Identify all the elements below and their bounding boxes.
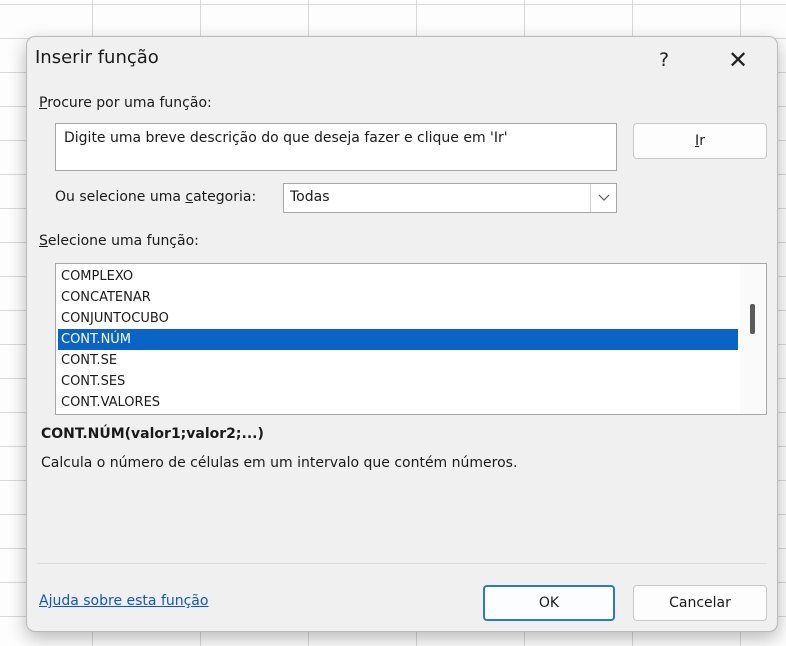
function-list-label: Selecione uma função: xyxy=(39,233,199,249)
go-button-label: r xyxy=(699,133,705,149)
search-input[interactable]: Digite uma breve descrição do que deseja… xyxy=(55,123,617,171)
category-dropdown-button[interactable] xyxy=(590,184,616,212)
function-list-item[interactable]: CONT.SE xyxy=(58,350,738,371)
function-list-label-text: elecione uma função: xyxy=(47,233,199,249)
dialog-title: Inserir função xyxy=(35,47,159,68)
function-list[interactable]: COMPLEXO CONCATENAR CONJUNTOCUBO CONT.NÚM CO… xyxy=(55,263,767,415)
category-label-pre: Ou selecione uma xyxy=(55,189,186,205)
function-list-scrollbar[interactable] xyxy=(740,264,766,414)
scrollbar-thumb[interactable] xyxy=(750,304,755,334)
search-label-text: rocure por uma função: xyxy=(47,95,212,111)
category-select-value: Todas xyxy=(290,189,330,205)
function-list-item[interactable]: CONT.NÚM xyxy=(58,329,738,350)
footer-divider xyxy=(37,563,767,564)
category-label-accel: c xyxy=(185,189,194,205)
category-select[interactable]: Todas xyxy=(283,183,617,213)
title-bar: Inserir função ? ✕ xyxy=(27,37,777,83)
search-label-accel: P xyxy=(39,95,48,111)
function-description: Calcula o número de células em um interv… xyxy=(41,455,518,471)
function-list-label-accel: S xyxy=(39,233,48,249)
help-on-function-link[interactable]: Ajuda sobre esta função xyxy=(39,593,208,609)
chevron-down-icon xyxy=(598,194,610,201)
function-list-item[interactable]: COMPLEXO xyxy=(58,266,738,287)
function-list-item[interactable]: CONT.VALORES xyxy=(58,392,738,413)
function-list-items: COMPLEXO CONCATENAR CONJUNTOCUBO CONT.NÚM CO… xyxy=(58,266,738,413)
function-signature: CONT.NÚM(valor1;valor2;...) xyxy=(41,426,264,442)
function-list-item[interactable]: CONT.SES xyxy=(58,371,738,392)
go-button[interactable]: Ir xyxy=(633,123,767,159)
category-label-post: ategoria: xyxy=(193,189,257,205)
cancel-button[interactable]: Cancelar xyxy=(633,585,767,621)
insert-function-dialog: Inserir função ? ✕ Procure por uma funçã… xyxy=(26,36,778,632)
function-list-item[interactable]: CONJUNTOCUBO xyxy=(58,308,738,329)
ok-button[interactable]: OK xyxy=(483,585,615,621)
category-label: Ou selecione uma categoria: xyxy=(55,189,256,205)
close-button[interactable]: ✕ xyxy=(721,45,755,75)
function-list-item[interactable]: CONCATENAR xyxy=(58,287,738,308)
help-button[interactable]: ? xyxy=(649,45,679,75)
search-label: Procure por uma função: xyxy=(39,95,212,111)
